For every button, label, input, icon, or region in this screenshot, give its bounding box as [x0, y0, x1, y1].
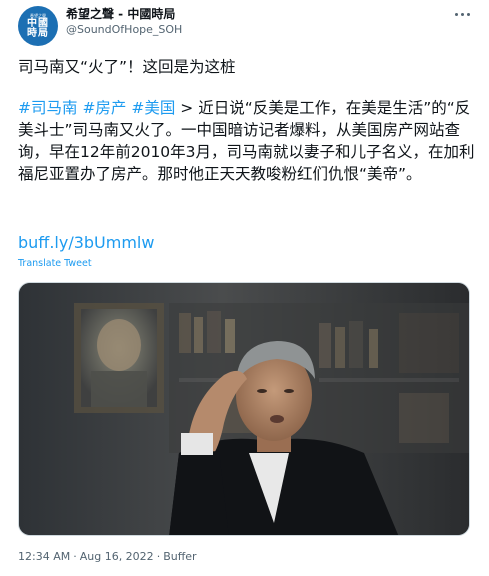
tweet-photo[interactable] — [18, 282, 470, 536]
avatar[interactable]: 希望之聲 中國 時局 — [18, 6, 58, 46]
tweet-meta: 12:34 AM · Aug 16, 2022 · Buffer — [18, 550, 197, 563]
photo-image — [19, 283, 469, 535]
separator: · — [156, 550, 161, 563]
tweet-body: #司马南 #房产 #美国 > 近日说“反美是工作，在美是生活”的“反美斗士”司马… — [18, 97, 480, 185]
avatar-small-text: 希望之聲 — [30, 12, 46, 18]
tweet-source: Buffer — [163, 550, 197, 563]
hashtag-link[interactable]: #美国 — [131, 99, 175, 117]
translate-tweet-link[interactable]: Translate Tweet — [18, 258, 92, 269]
hashtag-link[interactable]: #房产 — [82, 99, 126, 117]
tweet-time[interactable]: 12:34 AM — [18, 550, 70, 563]
tweet-card: 希望之聲 中國 時局 希望之聲 - 中國時局 @SoundOfHope_SOH … — [0, 0, 489, 576]
avatar-line-2: 時局 — [27, 27, 49, 39]
separator: · — [73, 550, 77, 563]
display-name[interactable]: 希望之聲 - 中國時局 — [66, 5, 175, 22]
avatar-line-1: 中國 — [27, 17, 49, 29]
more-options-button[interactable] — [449, 4, 475, 24]
tweet-date[interactable]: Aug 16, 2022 — [80, 550, 154, 563]
more-horizontal-icon — [454, 12, 470, 16]
tweet-link[interactable]: buff.ly/3bUmmlw — [18, 233, 154, 252]
user-handle[interactable]: @SoundOfHope_SOH — [66, 23, 182, 36]
hashtag-link[interactable]: #司马南 — [18, 99, 78, 117]
tweet-headline: 司马南又“火了”！这回是为这桩 — [18, 58, 236, 76]
